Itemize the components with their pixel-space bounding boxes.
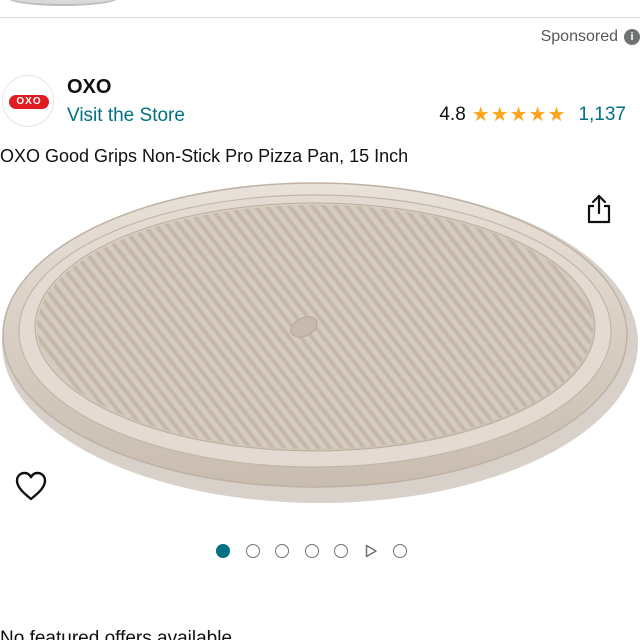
previous-item-strip bbox=[0, 0, 640, 18]
brand-logo-text: OXO bbox=[9, 95, 49, 109]
star-icon: ★ bbox=[471, 104, 490, 126]
heart-icon[interactable] bbox=[14, 470, 48, 502]
offer-status-text: No featured offers available bbox=[0, 628, 233, 640]
carousel-video-icon[interactable] bbox=[364, 544, 378, 558]
star-icon: ★ bbox=[547, 104, 566, 126]
star-icon: ★ bbox=[528, 104, 547, 126]
carousel-dot[interactable] bbox=[334, 544, 348, 558]
product-image[interactable] bbox=[0, 175, 640, 520]
visit-store-link[interactable]: Visit the Store bbox=[67, 105, 185, 127]
brand-logo[interactable]: OXO bbox=[2, 75, 54, 127]
divider bbox=[0, 17, 640, 18]
share-icon[interactable] bbox=[585, 193, 613, 225]
play-icon bbox=[365, 544, 377, 558]
carousel-dot[interactable] bbox=[393, 544, 407, 558]
sponsored-label: Sponsored bbox=[540, 28, 618, 45]
star-rating: ★ ★ ★ ★ ★ bbox=[472, 105, 567, 125]
previous-item-thumbnail[interactable] bbox=[8, 0, 118, 6]
carousel-dot[interactable] bbox=[275, 544, 289, 558]
carousel-dot[interactable] bbox=[245, 544, 260, 558]
image-carousel-dots bbox=[216, 544, 423, 558]
star-icon: ★ bbox=[509, 104, 528, 126]
rating-count[interactable]: 1,137 bbox=[578, 104, 626, 126]
info-icon[interactable]: i bbox=[624, 29, 640, 45]
carousel-dot-active[interactable] bbox=[216, 544, 230, 558]
rating-value: 4.8 bbox=[439, 104, 466, 125]
heart-icon-graphic bbox=[15, 471, 47, 501]
share-icon-graphic bbox=[587, 194, 611, 224]
brand-name[interactable]: OXO bbox=[67, 76, 111, 99]
rating-summary[interactable]: 4.8 ★ ★ ★ ★ ★ 1,137 bbox=[439, 104, 626, 126]
sponsored-label-row[interactable]: Sponsored i bbox=[541, 27, 640, 47]
carousel-dot[interactable] bbox=[304, 544, 319, 558]
star-icon: ★ bbox=[490, 104, 509, 126]
product-title: OXO Good Grips Non-Stick Pro Pizza Pan, … bbox=[0, 146, 409, 166]
pizza-pan-image bbox=[2, 182, 638, 503]
